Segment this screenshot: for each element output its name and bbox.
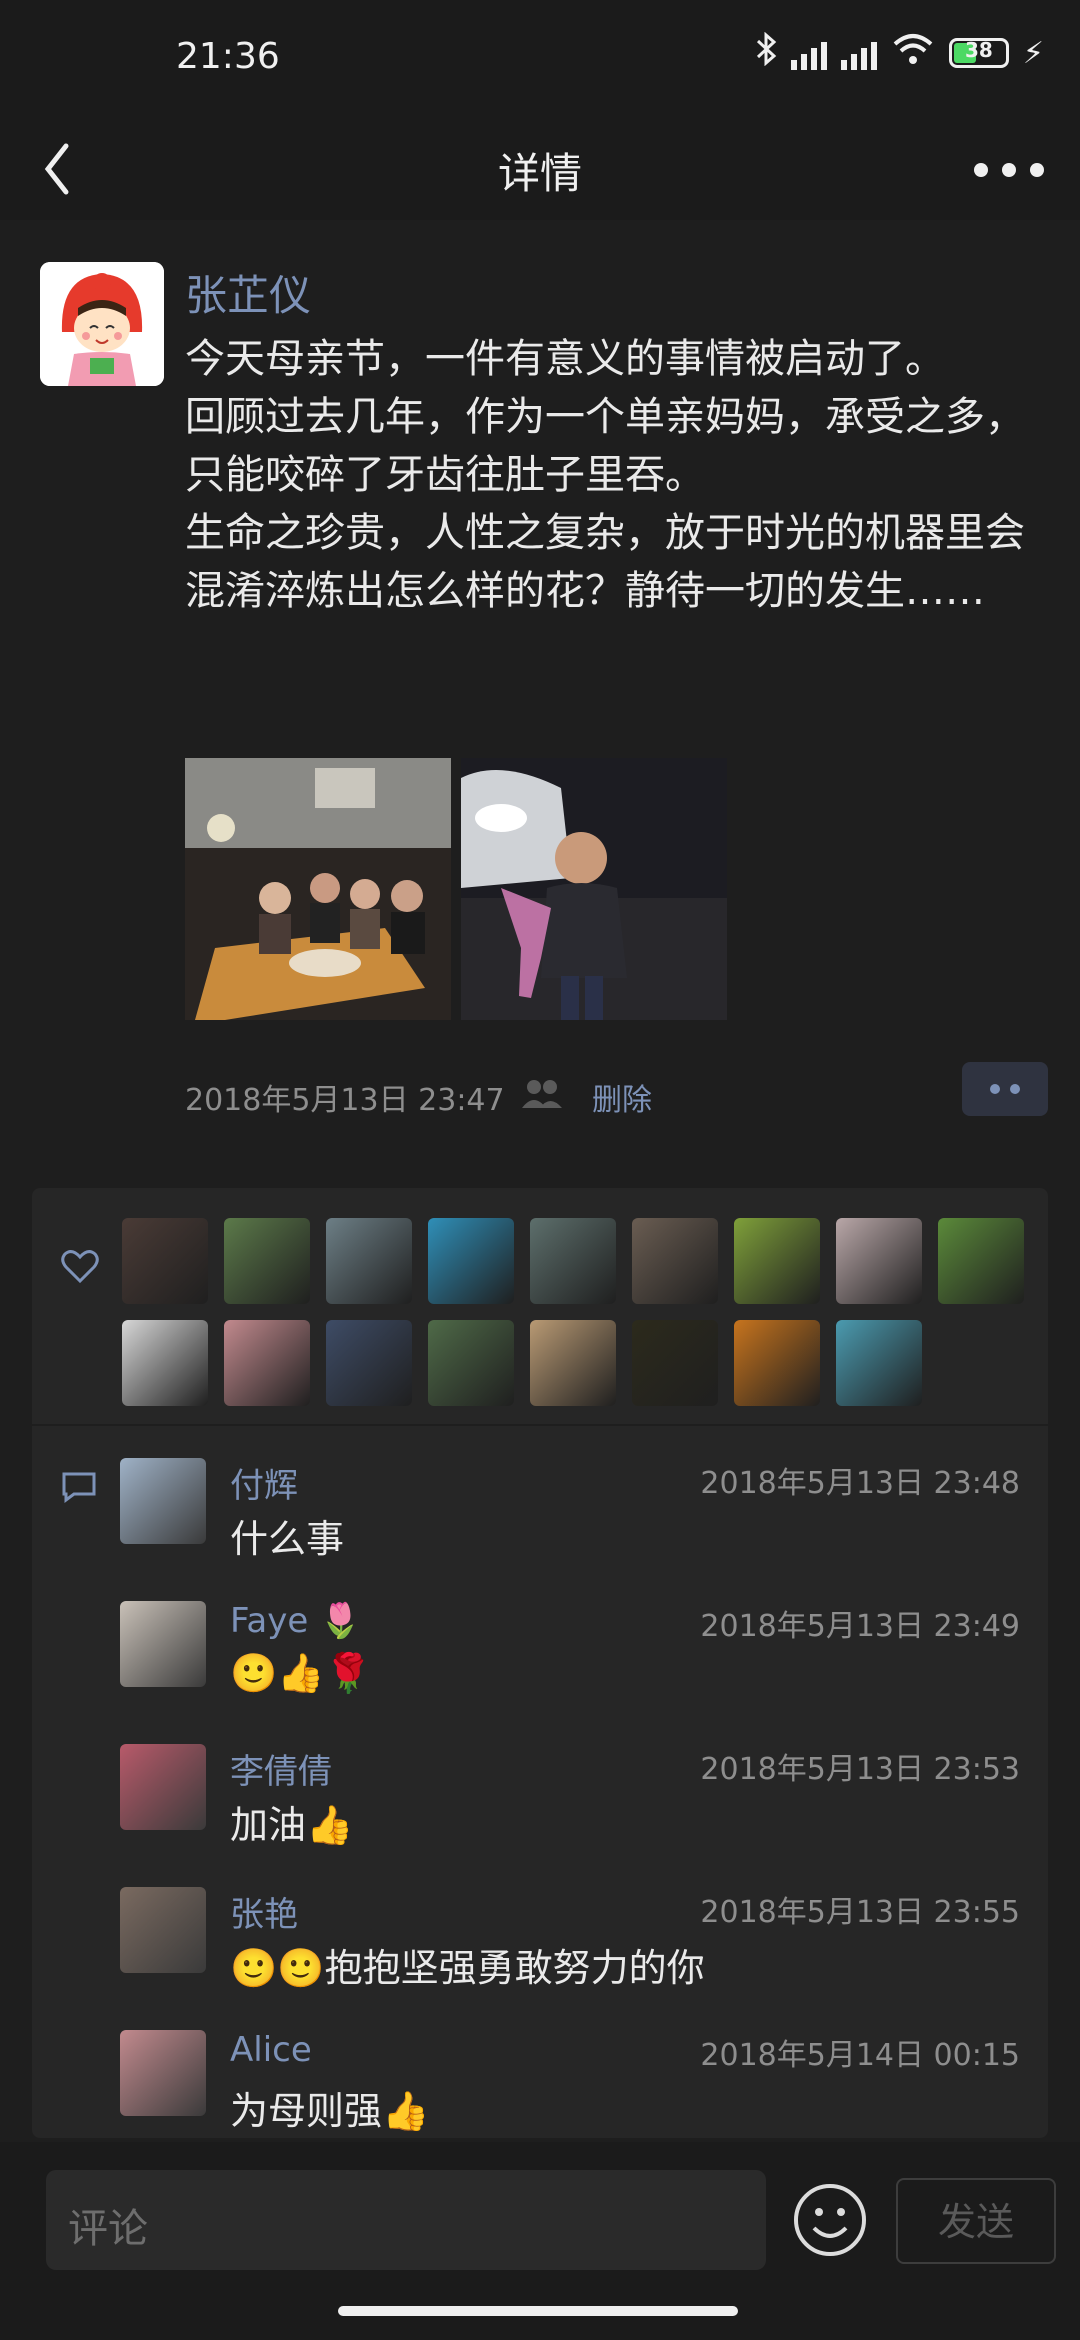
liker-avatar[interactable] [428, 1218, 514, 1304]
liker-avatar[interactable] [632, 1218, 718, 1304]
battery-level: 38 [965, 38, 993, 62]
home-indicator[interactable] [338, 2306, 738, 2316]
comment-row[interactable]: Alice 2018年5月14日 00:15 为母则强👍 [120, 2030, 1020, 2138]
status-time: 21:36 [176, 36, 280, 77]
signal-icon [790, 36, 827, 70]
comment-input[interactable]: 评论 [46, 2170, 766, 2270]
commenter-name[interactable]: 李倩倩 [230, 1744, 332, 1793]
comment-text: 为母则强👍 [230, 2089, 430, 2133]
author-name[interactable]: 张芷仪 [185, 262, 311, 323]
commenter-avatar[interactable] [120, 1458, 206, 1544]
heart-icon [60, 1248, 100, 1284]
comment-time: 2018年5月13日 23:53 [700, 1752, 1020, 1787]
comment-row[interactable]: 张艳 2018年5月13日 23:55 🙂🙂抱抱坚强勇敢努力的你 [120, 1887, 1020, 2007]
status-icons: 38 ⚡ [755, 31, 1044, 74]
more-options-button[interactable] [974, 142, 1044, 198]
comment-time: 2018年5月14日 00:15 [700, 2038, 1020, 2073]
charging-icon: ⚡ [1022, 35, 1044, 71]
liker-avatar[interactable] [938, 1218, 1024, 1304]
post-text: 今天母亲节，一件有意义的事情被启动了。 回顾过去几年，作为一个单亲妈妈，承受之多… [185, 336, 1025, 614]
liker-avatar[interactable] [326, 1218, 412, 1304]
commenter-name[interactable]: Alice [230, 2030, 312, 2070]
comment-text: 加油👍 [230, 1803, 354, 1847]
comment-text: 🙂🙂抱抱坚强勇敢努力的你 [230, 1946, 705, 1990]
liker-avatar[interactable] [428, 1320, 514, 1406]
commenter-avatar[interactable] [120, 2030, 206, 2116]
liker-avatar[interactable] [734, 1320, 820, 1406]
comment-row[interactable]: Faye 🌷 2018年5月13日 23:49 🙂👍🌹 [120, 1601, 1020, 1721]
commenter-name[interactable]: 付辉 [230, 1458, 298, 1507]
likes-comments-panel: 付辉 2018年5月13日 23:48 什么事 Faye 🌷 2018年5月13日 23… [32, 1188, 1048, 2138]
commenter-avatar[interactable] [120, 1744, 206, 1830]
visibility-icon[interactable] [520, 1078, 564, 1108]
liker-avatar[interactable] [326, 1320, 412, 1406]
send-button[interactable]: 发送 [896, 2178, 1056, 2264]
post-timestamp: 2018年5月13日 23:47 [185, 1083, 505, 1118]
battery-icon: 38 [948, 38, 1009, 68]
like-comment-button[interactable] [962, 1062, 1048, 1116]
liker-avatar[interactable] [734, 1218, 820, 1304]
delete-link[interactable]: 删除 [592, 1075, 652, 1119]
commenter-avatar[interactable] [120, 1887, 206, 1973]
liker-avatar[interactable] [632, 1320, 718, 1406]
comment-icon [60, 1470, 98, 1504]
post-photo-2[interactable] [461, 758, 727, 1020]
comment-text: 什么事 [230, 1517, 345, 1561]
signal-icon-2 [840, 36, 877, 70]
liker-avatar[interactable] [836, 1218, 922, 1304]
liker-avatar[interactable] [836, 1320, 922, 1406]
top-navigation: 详情 [0, 120, 1080, 220]
page-title: 详情 [497, 149, 582, 198]
liker-avatar[interactable] [224, 1218, 310, 1304]
smiley-icon [794, 2184, 866, 2256]
comment-text: 🙂👍🌹 [230, 1651, 372, 1695]
liker-avatar[interactable] [530, 1218, 616, 1304]
comment-time: 2018年5月13日 23:48 [700, 1466, 1020, 1501]
emoji-button[interactable] [792, 2182, 868, 2258]
commenter-avatar[interactable] [120, 1601, 206, 1687]
liker-avatar[interactable] [122, 1218, 208, 1304]
wifi-icon [891, 32, 935, 74]
liker-avatar[interactable] [224, 1320, 310, 1406]
author-avatar[interactable] [40, 262, 164, 386]
status-bar: 21:36 38 ⚡ [0, 0, 1080, 120]
comment-time: 2018年5月13日 23:49 [700, 1609, 1020, 1644]
likes-list [122, 1218, 1042, 1406]
comment-row[interactable]: 李倩倩 2018年5月13日 23:53 加油👍 [120, 1744, 1020, 1864]
comment-row[interactable]: 付辉 2018年5月13日 23:48 什么事 [120, 1458, 1020, 1578]
bluetooth-icon [755, 31, 777, 74]
liker-avatar[interactable] [122, 1320, 208, 1406]
post-photo-1[interactable] [185, 758, 451, 1020]
comment-time: 2018年5月13日 23:55 [700, 1895, 1020, 1930]
commenter-name[interactable]: Faye 🌷 [230, 1601, 361, 1641]
commenter-name[interactable]: 张艳 [230, 1887, 298, 1936]
liker-avatar[interactable] [530, 1320, 616, 1406]
divider [32, 1424, 1048, 1426]
